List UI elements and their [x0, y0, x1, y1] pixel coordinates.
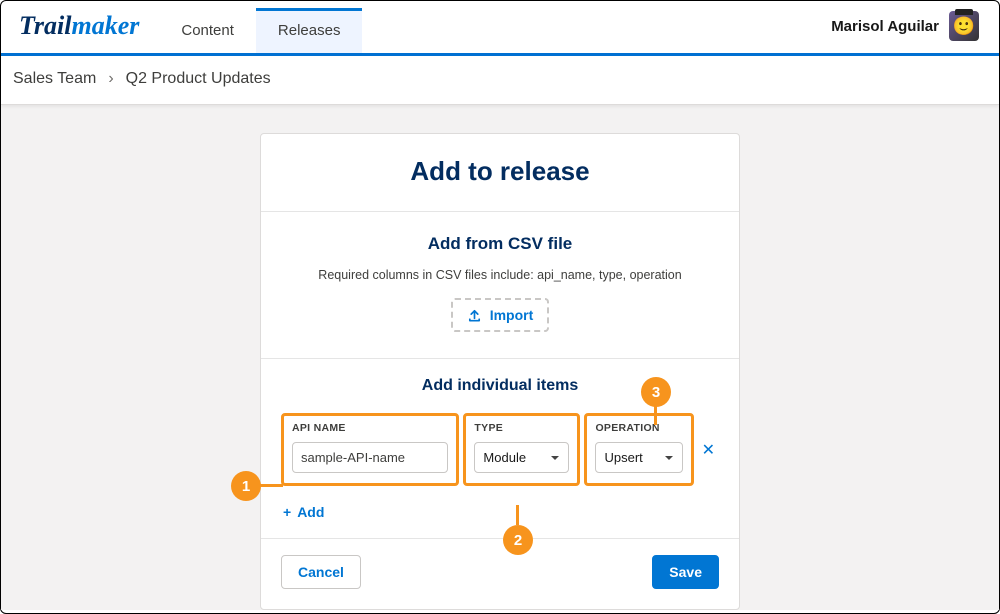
- csv-section: Add from CSV file Required columns in CS…: [261, 212, 739, 359]
- type-field: TYPE Module: [463, 413, 580, 486]
- card-title: Add to release: [261, 134, 739, 212]
- type-select[interactable]: Module: [474, 442, 569, 473]
- card-footer: Cancel Save: [261, 538, 739, 605]
- primary-tabs: Content Releases: [159, 8, 362, 53]
- import-button[interactable]: Import: [451, 298, 550, 332]
- csv-heading: Add from CSV file: [261, 234, 739, 254]
- add-row-button[interactable]: + Add: [281, 504, 324, 520]
- current-user-name: Marisol Aguilar: [831, 18, 939, 35]
- callout-badge-1: 1: [231, 471, 261, 501]
- type-label: TYPE: [474, 422, 569, 434]
- avatar[interactable]: 🙂: [949, 11, 979, 41]
- app-header: Trailmaker Content Releases Marisol Agui…: [1, 1, 999, 56]
- chevron-right-icon: ›: [108, 70, 113, 88]
- callout-badge-3: 3: [641, 377, 671, 407]
- chevron-down-icon: [664, 453, 674, 463]
- add-to-release-card: Add to release Add from CSV file Require…: [260, 133, 740, 610]
- csv-description: Required columns in CSV files include: a…: [261, 268, 739, 282]
- breadcrumb-level-2[interactable]: Q2 Product Updates: [126, 70, 271, 88]
- tab-content[interactable]: Content: [159, 8, 256, 53]
- operation-field: OPERATION Upsert: [584, 413, 693, 486]
- app-logo: Trailmaker: [19, 11, 139, 53]
- item-row: 1 2 3 API NAME TYPE Module OPERATION: [281, 413, 719, 486]
- api-name-input[interactable]: [292, 442, 448, 473]
- breadcrumb-level-1[interactable]: Sales Team: [13, 70, 96, 88]
- save-button[interactable]: Save: [652, 555, 719, 589]
- operation-select[interactable]: Upsert: [595, 442, 682, 473]
- plus-icon: +: [283, 504, 291, 520]
- tab-releases[interactable]: Releases: [256, 8, 363, 53]
- upload-icon: [467, 308, 482, 323]
- individual-items-section: Add individual items 1 2 3 API NAME TYPE…: [261, 359, 739, 538]
- cancel-button[interactable]: Cancel: [281, 555, 361, 589]
- operation-label: OPERATION: [595, 422, 682, 434]
- page-body: Add to release Add from CSV file Require…: [1, 105, 999, 610]
- remove-row-button[interactable]: ✕: [698, 440, 719, 460]
- breadcrumb: Sales Team › Q2 Product Updates: [1, 56, 999, 105]
- api-name-label: API NAME: [292, 422, 448, 434]
- api-name-field: API NAME: [281, 413, 459, 486]
- callout-badge-2: 2: [503, 525, 533, 555]
- chevron-down-icon: [550, 453, 560, 463]
